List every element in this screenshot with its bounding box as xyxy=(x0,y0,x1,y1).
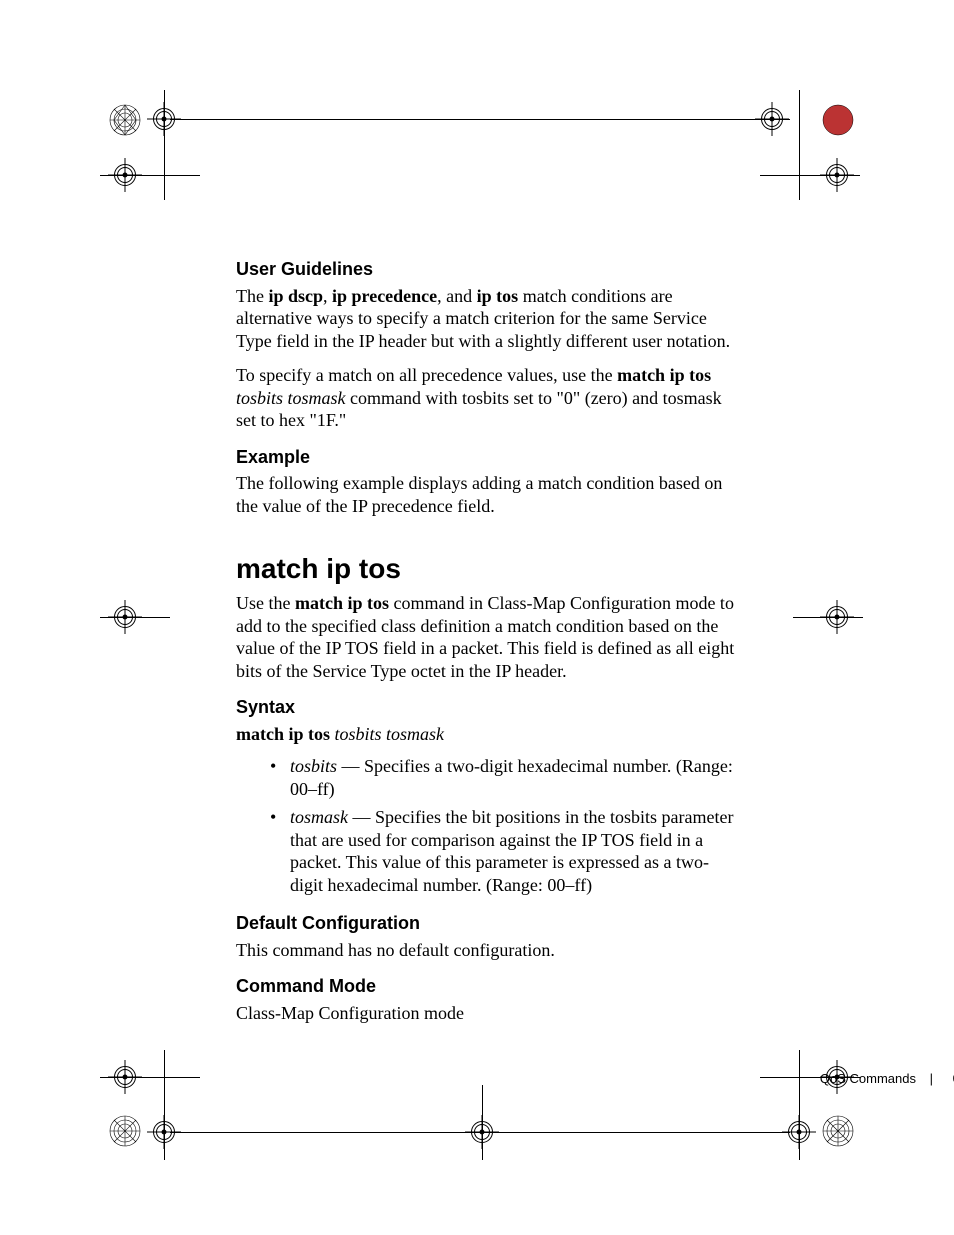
crop-line xyxy=(100,1077,200,1078)
crop-line xyxy=(793,617,863,618)
crop-line xyxy=(170,119,790,120)
crop-line xyxy=(164,1050,165,1160)
crop-line xyxy=(100,175,200,176)
crop-line xyxy=(799,1050,800,1160)
heading-syntax: Syntax xyxy=(236,696,736,719)
syntax-line: match ip tos tosbits tosmask xyxy=(236,723,736,746)
registration-ornament-icon xyxy=(109,104,141,136)
paragraph: To specify a match on all precedence val… xyxy=(236,364,736,432)
heading-command-mode: Command Mode xyxy=(236,975,736,998)
list-item: tosbits — Specifies a two-digit hexadeci… xyxy=(236,755,736,800)
heading-user-guidelines: User Guidelines xyxy=(236,258,736,281)
registration-ornament-icon xyxy=(822,104,854,136)
page-footer: QoS Commands | 623 xyxy=(236,1070,954,1088)
paragraph: Use the match ip tos command in Class-Ma… xyxy=(236,592,736,682)
crop-line xyxy=(482,1085,483,1160)
crop-line xyxy=(100,617,170,618)
page: User Guidelines The ip dscp, ip preceden… xyxy=(0,0,954,1235)
heading-match-ip-tos: match ip tos xyxy=(236,551,736,586)
crop-line xyxy=(760,175,860,176)
heading-example: Example xyxy=(236,446,736,469)
footer-section: QoS Commands xyxy=(820,1071,916,1086)
crop-line xyxy=(170,1132,790,1133)
page-content: User Guidelines The ip dscp, ip preceden… xyxy=(236,258,736,1036)
list-item: tosmask — Specifies the bit positions in… xyxy=(236,806,736,896)
footer-separator: | xyxy=(930,1071,933,1086)
registration-ornament-icon xyxy=(822,1115,854,1147)
paragraph: Class-Map Configuration mode xyxy=(236,1002,736,1025)
syntax-bullet-list: tosbits — Specifies a two-digit hexadeci… xyxy=(236,755,736,896)
paragraph: The following example displays adding a … xyxy=(236,472,736,517)
crop-line xyxy=(799,90,800,200)
heading-default-configuration: Default Configuration xyxy=(236,912,736,935)
crop-line xyxy=(164,90,165,200)
paragraph: The ip dscp, ip precedence, and ip tos m… xyxy=(236,285,736,353)
paragraph: This command has no default configuratio… xyxy=(236,939,736,962)
registration-ornament-icon xyxy=(109,1115,141,1147)
